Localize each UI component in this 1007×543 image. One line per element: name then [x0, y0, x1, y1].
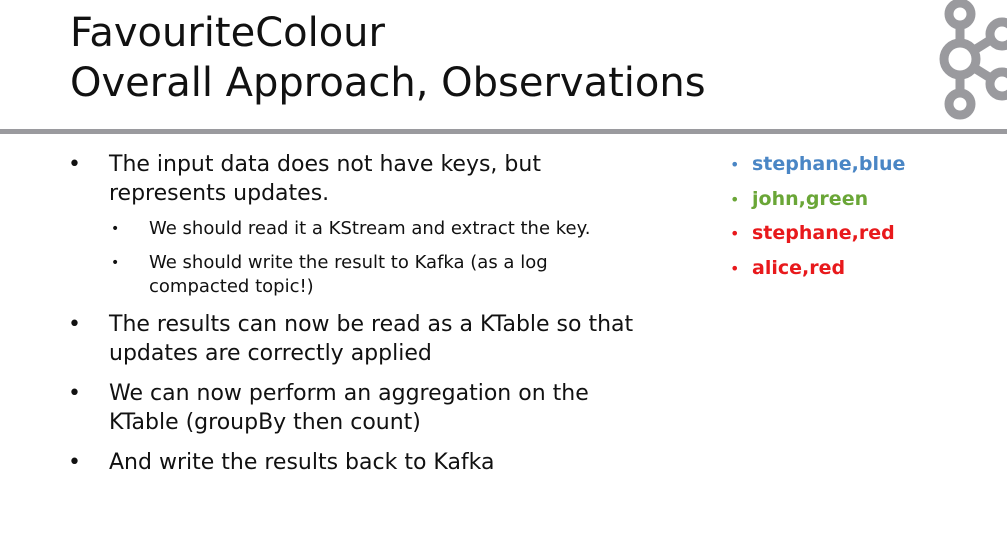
- sub-bullet-item: • We should write the result to Kafka (a…: [109, 251, 664, 299]
- record-text: stephane,red: [752, 222, 895, 244]
- bullet-dot: •: [68, 381, 81, 406]
- main-bullet-list: • The input data does not have keys, but…: [64, 150, 664, 488]
- bullet-text: The input data does not have keys, but r…: [109, 152, 541, 206]
- bullet-dot: •: [68, 312, 81, 337]
- record-bullet-dot: •: [730, 224, 740, 243]
- example-record: • john,green: [730, 187, 990, 212]
- example-record: • stephane,red: [730, 221, 990, 246]
- slide-title: FavouriteColour Overall Approach, Observ…: [70, 8, 706, 108]
- slide: FavouriteColour Overall Approach, Observ…: [0, 0, 1007, 543]
- sub-bullet-text: We should write the result to Kafka (as …: [149, 252, 548, 297]
- bullet-item: • We can now perform an aggregation on t…: [64, 379, 664, 437]
- kafka-logo-icon: [926, 0, 1007, 128]
- sub-bullet-dot: •: [111, 255, 120, 271]
- bullet-dot: •: [68, 450, 81, 475]
- example-record: • alice,red: [730, 256, 990, 281]
- title-line-2: Overall Approach, Observations: [70, 60, 706, 106]
- record-bullet-dot: •: [730, 189, 740, 209]
- record-text: stephane,blue: [752, 153, 906, 175]
- bullet-text: We can now perform an aggregation on the…: [109, 381, 589, 435]
- bullet-text: The results can now be read as a KTable …: [109, 312, 634, 366]
- bullet-dot: •: [68, 152, 81, 177]
- example-record: • stephane,blue: [730, 152, 990, 177]
- sub-bullet-dot: •: [111, 221, 120, 237]
- title-divider: [0, 129, 1007, 134]
- record-text: john,green: [752, 187, 869, 210]
- example-records-list: • stephane,blue • john,green • stephane,…: [730, 152, 990, 290]
- bullet-text: And write the results back to Kafka: [109, 450, 495, 475]
- record-bullet-dot: •: [730, 258, 740, 278]
- bullet-item: • The results can now be read as a KTabl…: [64, 310, 664, 368]
- bullet-item: • The input data does not have keys, but…: [64, 150, 664, 299]
- record-text: alice,red: [752, 256, 846, 279]
- sub-bullet-text: We should read it a KStream and extract …: [149, 218, 591, 239]
- record-bullet-dot: •: [730, 155, 740, 174]
- sub-bullet-item: • We should read it a KStream and extrac…: [109, 217, 664, 241]
- bullet-item: • And write the results back to Kafka: [64, 448, 664, 477]
- sub-bullet-list: • We should read it a KStream and extrac…: [109, 217, 664, 299]
- title-line-1: FavouriteColour: [70, 10, 385, 56]
